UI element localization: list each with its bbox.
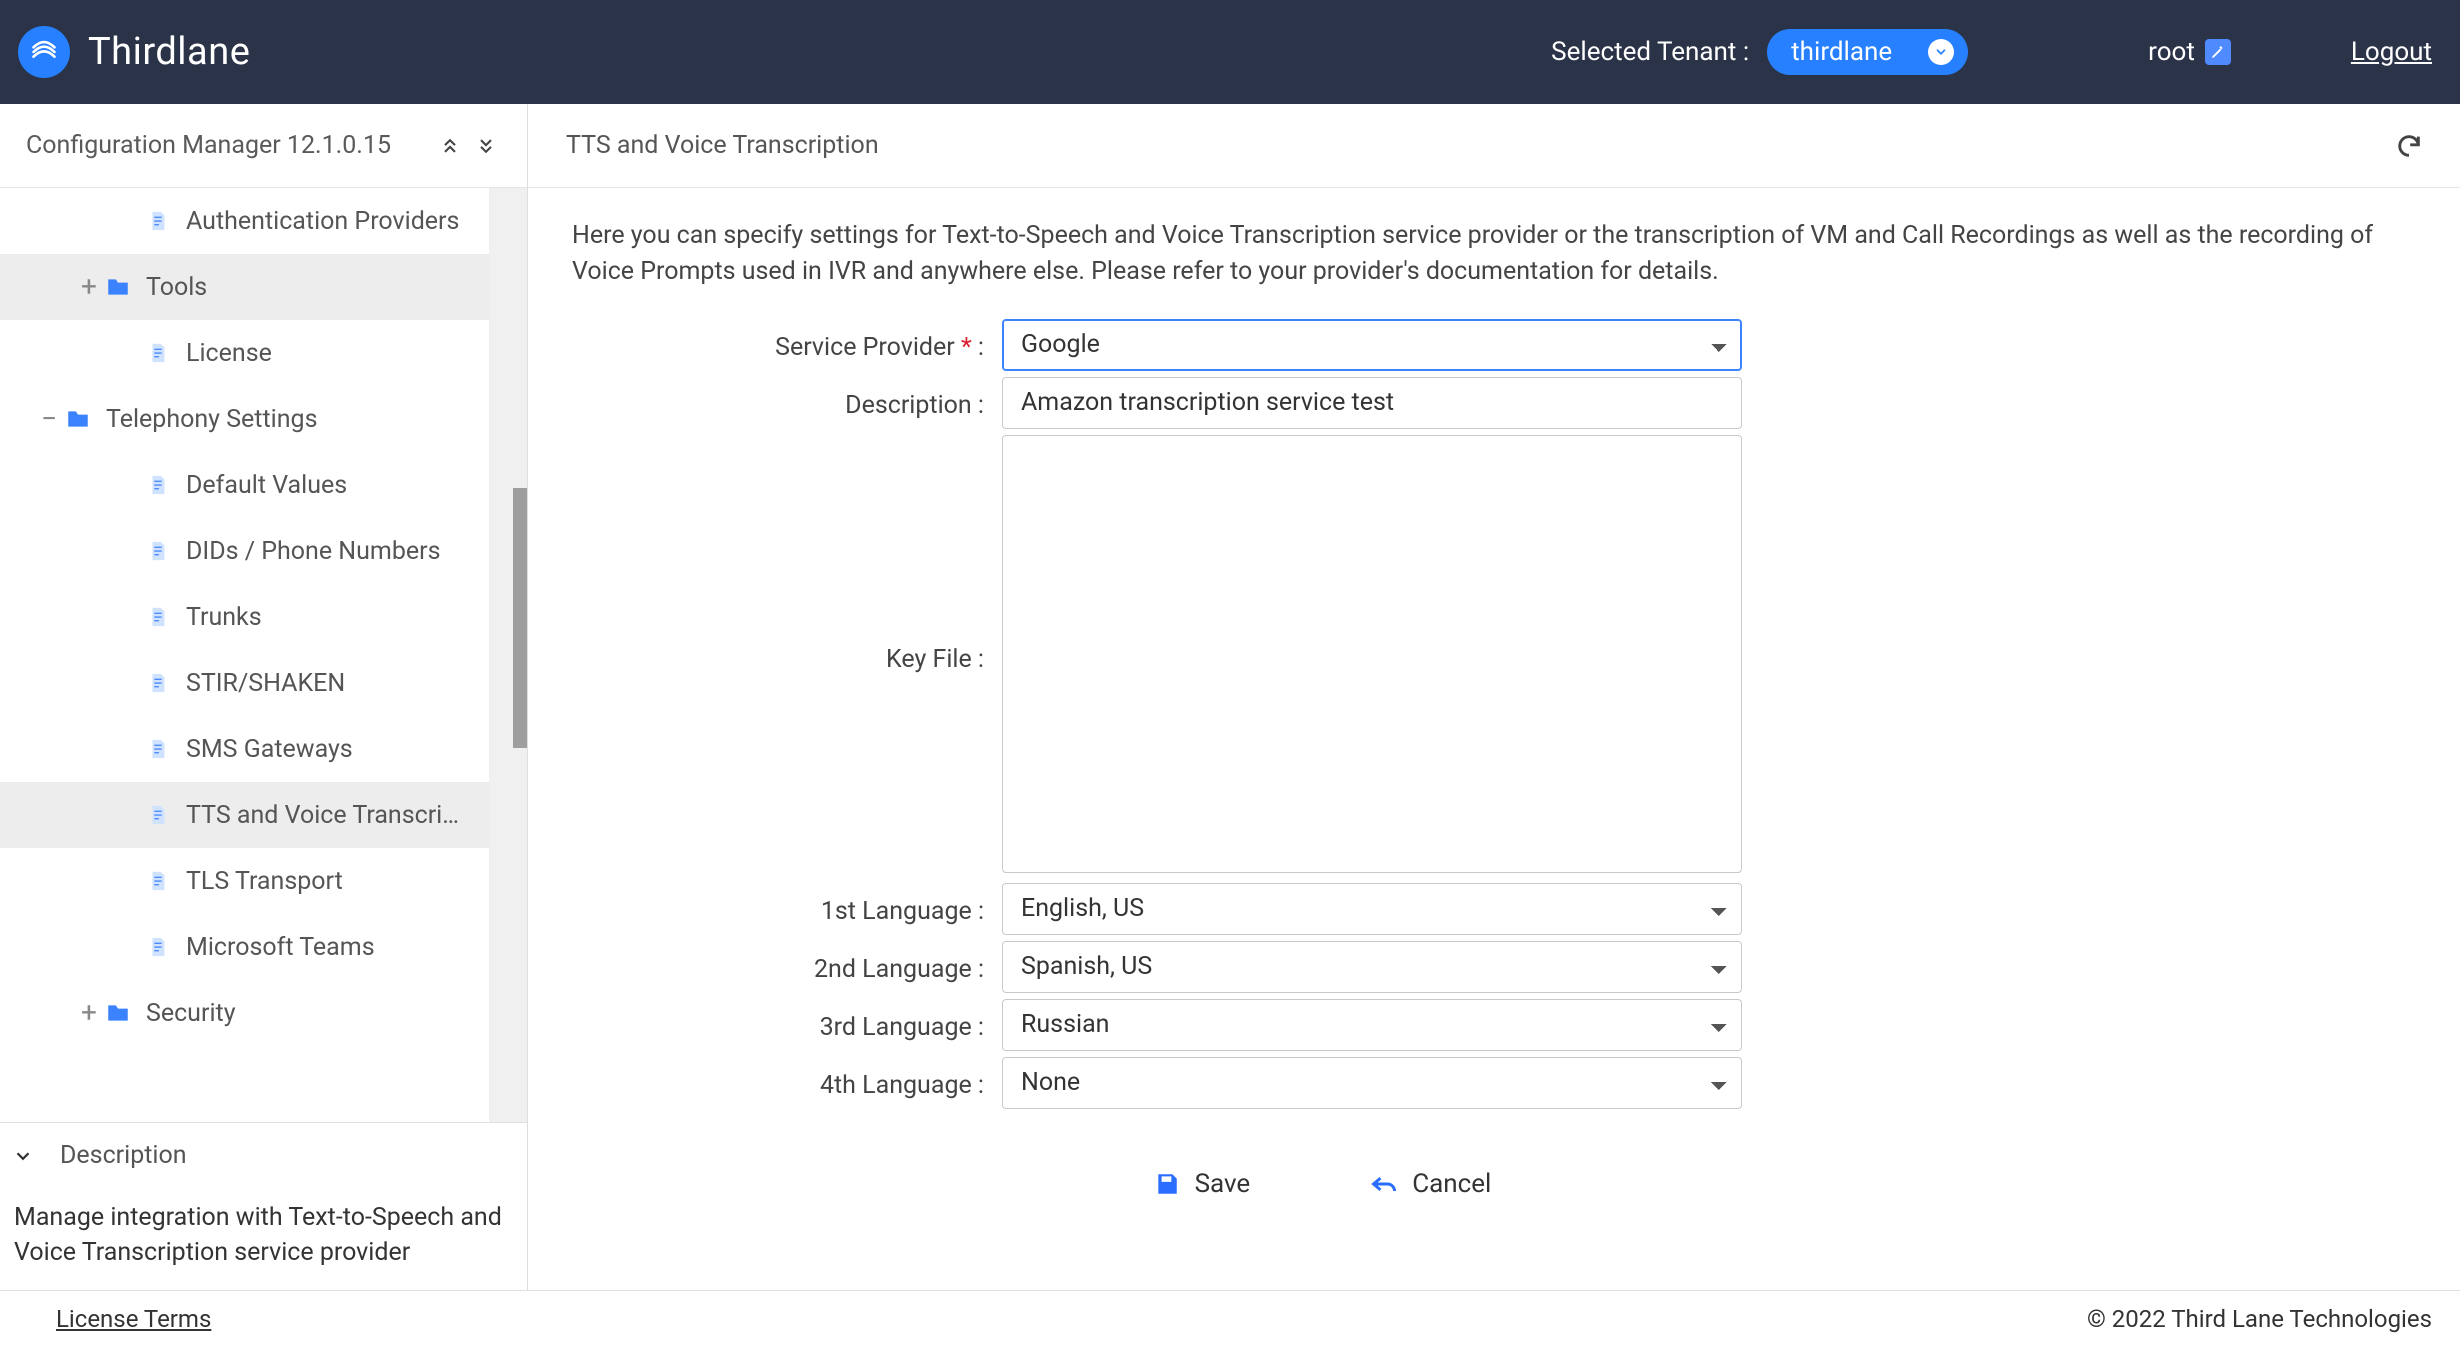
description-toggle[interactable]: Description	[0, 1122, 527, 1188]
folder-icon	[104, 999, 132, 1027]
save-button[interactable]: Save	[1153, 1169, 1251, 1199]
page-header: TTS and Voice Transcription	[528, 104, 2460, 188]
sidebar-scrollbar-track[interactable]	[489, 188, 527, 1122]
sidebar-scrollbar-thumb[interactable]	[513, 488, 527, 748]
nav-label: Tools	[146, 273, 207, 302]
tree-toggle-icon[interactable]: +	[74, 999, 104, 1027]
label-lang2: 2nd Language :	[572, 941, 1002, 984]
refresh-button[interactable]	[2392, 129, 2426, 163]
main-panel: TTS and Voice Transcription Here you can…	[528, 104, 2460, 1290]
nav-item[interactable]: STIR/SHAKEN	[0, 650, 489, 716]
description-header-label: Description	[60, 1141, 187, 1170]
nav-label: DIDs / Phone Numbers	[186, 537, 441, 566]
lang4-select[interactable]: None	[1002, 1057, 1742, 1109]
page-icon	[144, 207, 172, 235]
tree-toggle-icon[interactable]: +	[74, 273, 104, 301]
nav-label: Trunks	[186, 603, 262, 632]
app-header: Thirdlane Selected Tenant : thirdlane ro…	[0, 0, 2460, 104]
license-terms-link[interactable]: License Terms	[56, 1305, 211, 1333]
nav-item[interactable]: Microsoft Teams	[0, 914, 489, 980]
nav-item[interactable]: Authentication Providers	[0, 188, 489, 254]
undo-icon	[1370, 1170, 1398, 1198]
label-key-file: Key File :	[572, 435, 1002, 674]
nav-folder[interactable]: + Security	[0, 980, 489, 1046]
description-input[interactable]	[1002, 377, 1742, 429]
label-description: Description :	[572, 377, 1002, 420]
nav-label: Default Values	[186, 471, 347, 500]
service-provider-select[interactable]: Google	[1002, 319, 1742, 371]
nav-item[interactable]: License	[0, 320, 489, 386]
nav-label: SMS Gateways	[186, 735, 353, 764]
tenant-dropdown[interactable]: thirdlane	[1767, 29, 1968, 75]
footer: License Terms © 2022 Third Lane Technolo…	[0, 1290, 2460, 1346]
nav-label: Security	[146, 999, 236, 1028]
nav-item[interactable]: Trunks	[0, 584, 489, 650]
nav-label: STIR/SHAKEN	[186, 669, 345, 698]
nav-label: Microsoft Teams	[186, 933, 375, 962]
label-lang4: 4th Language :	[572, 1057, 1002, 1100]
user-name: root	[2148, 37, 2195, 67]
logout-link[interactable]: Logout	[2351, 37, 2432, 67]
page-icon	[144, 471, 172, 499]
description-body: Manage integration with Text-to-Speech a…	[0, 1188, 527, 1290]
user-indicator[interactable]: root	[2148, 37, 2231, 67]
folder-icon	[104, 273, 132, 301]
page-icon	[144, 801, 172, 829]
nav-item[interactable]: DIDs / Phone Numbers	[0, 518, 489, 584]
label-lang1: 1st Language :	[572, 883, 1002, 926]
sidebar: Configuration Manager 12.1.0.15 Authenti…	[0, 104, 528, 1290]
copyright: © 2022 Third Lane Technologies	[2087, 1305, 2432, 1333]
nav-label: Telephony Settings	[106, 405, 318, 434]
page-icon	[144, 603, 172, 631]
nav-folder[interactable]: − Telephony Settings	[0, 386, 489, 452]
nav-item[interactable]: Default Values	[0, 452, 489, 518]
expand-all-button[interactable]	[471, 131, 501, 161]
nav-item[interactable]: TTS and Voice Transcri…	[0, 782, 489, 848]
cancel-button[interactable]: Cancel	[1370, 1169, 1491, 1199]
brand-wrap: Thirdlane	[18, 26, 250, 78]
page-icon	[144, 933, 172, 961]
tenant-selector: Selected Tenant : thirdlane	[1551, 29, 1968, 75]
collapse-all-button[interactable]	[435, 131, 465, 161]
settings-form: Service Provider * : Google Description …	[572, 319, 1812, 1199]
nav-item[interactable]: SMS Gateways	[0, 716, 489, 782]
nav-item[interactable]: TLS Transport	[0, 848, 489, 914]
page-intro: Here you can specify settings for Text-t…	[572, 218, 2392, 291]
tenant-label: Selected Tenant :	[1551, 37, 1749, 67]
sidebar-header: Configuration Manager 12.1.0.15	[0, 104, 527, 188]
page-icon	[144, 339, 172, 367]
nav-label: Authentication Providers	[186, 207, 459, 236]
chevron-down-icon	[1928, 39, 1954, 65]
save-icon	[1153, 1170, 1181, 1198]
nav-label: License	[186, 339, 272, 368]
nav-label: TTS and Voice Transcri…	[186, 801, 459, 830]
tree-toggle-icon[interactable]: −	[34, 405, 64, 433]
brand-logo-icon	[18, 26, 70, 78]
page-icon	[144, 537, 172, 565]
lang2-select[interactable]: Spanish, US	[1002, 941, 1742, 993]
label-lang3: 3rd Language :	[572, 999, 1002, 1042]
tenant-value: thirdlane	[1791, 37, 1892, 67]
sidebar-title: Configuration Manager 12.1.0.15	[26, 131, 391, 160]
key-file-textarea[interactable]	[1002, 435, 1742, 873]
nav-folder[interactable]: + Tools	[0, 254, 489, 320]
label-service-provider: Service Provider * :	[572, 319, 1002, 362]
lang1-select[interactable]: English, US	[1002, 883, 1742, 935]
page-icon	[144, 669, 172, 697]
page-icon	[144, 867, 172, 895]
nav-label: TLS Transport	[186, 867, 343, 896]
page-icon	[144, 735, 172, 763]
lang3-select[interactable]: Russian	[1002, 999, 1742, 1051]
page-title: TTS and Voice Transcription	[566, 131, 879, 160]
folder-icon	[64, 405, 92, 433]
brand-name: Thirdlane	[88, 30, 250, 74]
nav-tree[interactable]: Authentication Providers + Tools License − Te…	[0, 188, 527, 1122]
user-edit-icon	[2205, 39, 2231, 65]
